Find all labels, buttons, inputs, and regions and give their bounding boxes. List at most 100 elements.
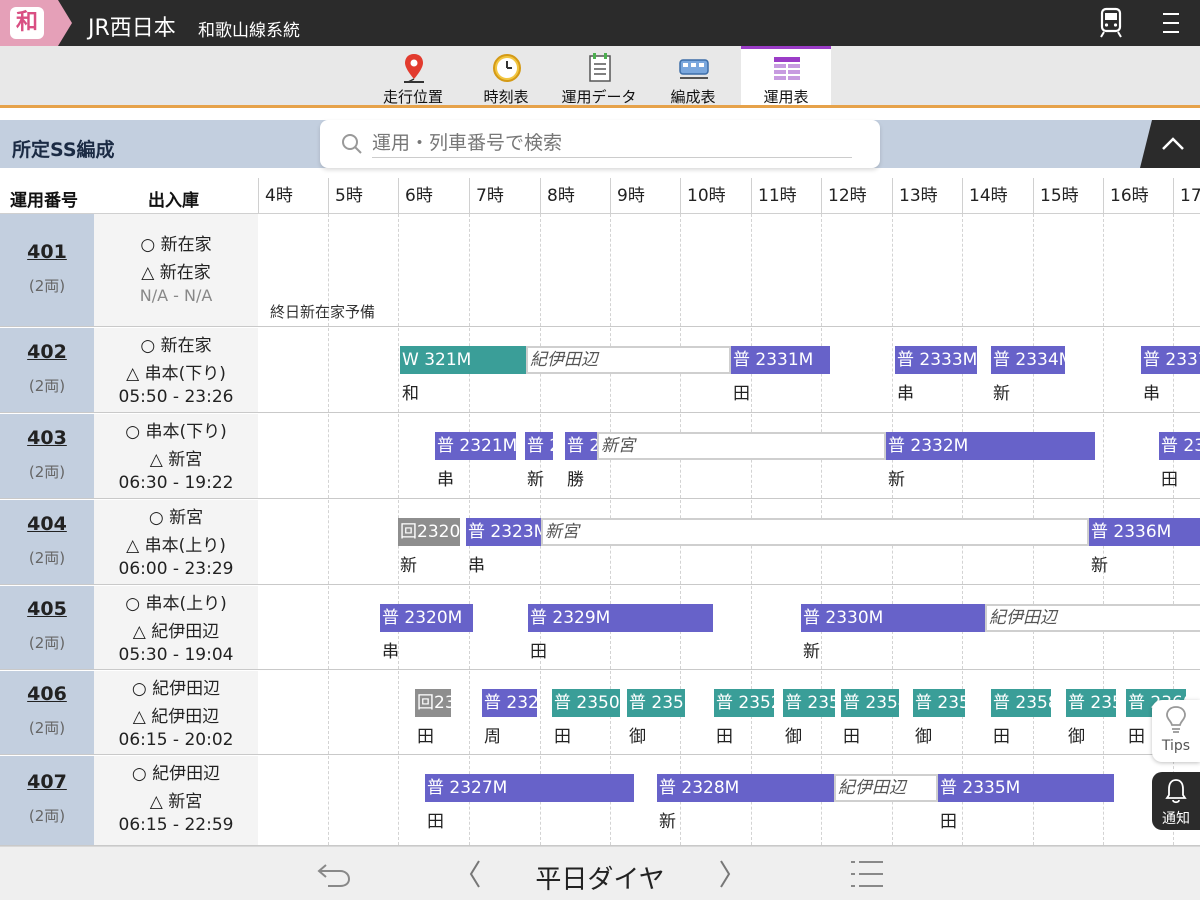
train-block[interactable]: 回23	[415, 689, 451, 717]
idle-segment[interactable]: 紀伊田辺	[834, 774, 938, 802]
op-number-link[interactable]: 404	[0, 513, 94, 535]
tab-train-position[interactable]: 走行位置	[368, 46, 458, 106]
train-block[interactable]: 普 2353	[783, 689, 835, 717]
chevron-left-icon[interactable]	[464, 857, 486, 891]
notification-button[interactable]: 通知	[1152, 772, 1200, 830]
depot-times: 05:30 - 19:04	[118, 645, 234, 665]
search-input[interactable]	[372, 128, 852, 158]
undo-icon[interactable]	[314, 857, 354, 891]
tab-label: 運用表	[763, 88, 809, 106]
destination-label: 御	[629, 727, 646, 747]
tab-operation-table[interactable]: 運用表	[741, 46, 831, 106]
location-pin-icon	[404, 54, 424, 83]
app-title: JR西日本	[88, 16, 176, 41]
train-block[interactable]: 普 2358	[991, 689, 1051, 717]
tab-label: 編成表	[670, 88, 716, 106]
train-block[interactable]: 普 235	[1066, 689, 1116, 717]
train-formation-icon	[679, 59, 709, 79]
tab-timetable[interactable]: 時刻表	[461, 46, 551, 106]
destination-label: 田	[733, 384, 750, 404]
destination-label: 串	[437, 470, 454, 490]
operation-row: 406 (2両) ○ 紀伊田辺 △ 紀伊田辺 06:15 - 20:02 回23 田普 23…	[0, 671, 1200, 755]
train-block[interactable]: 普 2322	[482, 689, 537, 717]
destination-label: 田	[716, 727, 733, 747]
destination-label: 新	[527, 470, 544, 490]
idle-segment[interactable]: 紀伊田辺	[526, 346, 731, 374]
tab-label: 運用データ	[561, 88, 637, 106]
op-number-link[interactable]: 401	[0, 241, 94, 263]
train-block[interactable]: 普 2334M	[991, 346, 1065, 374]
hour-header: 10時	[680, 178, 751, 214]
destination-label: 田	[993, 727, 1010, 747]
train-block[interactable]: 普 2329M	[528, 604, 713, 632]
op-number-link[interactable]: 402	[0, 341, 94, 363]
idle-segment[interactable]: 新宮	[597, 432, 886, 460]
depot-cell: ○ 紀伊田辺 △ 紀伊田辺 06:15 - 20:02	[94, 671, 258, 754]
hour-header: 6時	[398, 178, 469, 214]
train-block[interactable]: 普 2327M	[425, 774, 634, 802]
train-block[interactable]: 普 2333M	[895, 346, 977, 374]
train-block[interactable]: 普 2	[525, 432, 553, 460]
idle-segment[interactable]: 紀伊田辺	[985, 604, 1200, 632]
destination-label: 新	[400, 556, 417, 576]
depot-in: △ 串本(上り)	[126, 536, 226, 556]
depot-cell: ○ 新在家 △ 串本(下り) 05:50 - 23:26	[94, 328, 258, 412]
train-block[interactable]: 普 2331M	[731, 346, 830, 374]
timeline-lane: 回23田普 2322周普 2350M田普 2351御普 2352田普 2353御…	[258, 671, 1200, 754]
tab-formation[interactable]: 編成表	[648, 46, 738, 106]
train-block[interactable]: 普 2332M	[886, 432, 1095, 460]
train-block[interactable]: 回2320	[398, 518, 460, 546]
train-block[interactable]: 普 2354	[841, 689, 899, 717]
hour-header: 9時	[610, 178, 680, 214]
hour-gridline	[469, 214, 470, 326]
op-number-link[interactable]: 406	[0, 683, 94, 705]
depot-times: 05:50 - 23:26	[118, 387, 234, 407]
train-block[interactable]: 普 2337	[1141, 346, 1200, 374]
train-block[interactable]: 普 2328M	[657, 774, 834, 802]
car-count: (2両)	[28, 634, 66, 652]
depot-times: 06:15 - 22:59	[118, 815, 234, 835]
op-number-link[interactable]: 403	[0, 427, 94, 449]
operation-row: 403 (2両) ○ 串本(下り) △ 新宮 06:30 - 19:22 普 2321M 串…	[0, 414, 1200, 499]
hour-header: 16時	[1103, 178, 1173, 214]
train-block[interactable]: 普 2321M	[435, 432, 516, 460]
train-block[interactable]: 普 2335M	[938, 774, 1114, 802]
destination-label: 串	[468, 556, 485, 576]
train-icon[interactable]	[1094, 6, 1128, 40]
depot-times: 06:15 - 20:02	[118, 730, 234, 750]
hour-gridline	[751, 586, 752, 669]
train-block[interactable]: 普 2330M	[801, 604, 985, 632]
depot-cell: ○ 新在家 △ 新在家 N/A - N/A	[94, 214, 258, 326]
train-block[interactable]: 普 235	[913, 689, 965, 717]
footer-bar: 平日ダイヤ	[0, 846, 1200, 900]
operation-row: 402 (2両) ○ 新在家 △ 串本(下り) 05:50 - 23:26 W 321M 和…	[0, 328, 1200, 413]
hour-header: 17	[1173, 178, 1200, 214]
tips-label: Tips	[1161, 738, 1191, 754]
destination-label: 田	[843, 727, 860, 747]
op-number-cell: 406 (2両)	[0, 671, 94, 754]
timeline-lane: 普 2321M 串 普 2 新 普 2 勝新宮普 2332M 新 普 23 田	[258, 414, 1200, 498]
depot-out: ○ 紀伊田辺	[131, 679, 221, 699]
idle-segment[interactable]: 新宮	[541, 518, 1089, 546]
hour-header: 13時	[892, 178, 962, 214]
train-block[interactable]: 普 2320M	[380, 604, 473, 632]
tips-button[interactable]: Tips	[1152, 700, 1200, 762]
depot-cell: ○ 紀伊田辺 △ 新宮 06:15 - 22:59	[94, 756, 258, 845]
train-block[interactable]: 普 2323M	[466, 518, 541, 546]
train-block[interactable]: 普 2352	[714, 689, 774, 717]
op-number-link[interactable]: 405	[0, 598, 94, 620]
tab-operation-data[interactable]: 運用データ	[554, 46, 644, 106]
hour-gridline	[1103, 328, 1104, 412]
list-icon[interactable]	[848, 857, 886, 891]
destination-label: 御	[1068, 727, 1085, 747]
chevron-right-icon[interactable]	[714, 857, 736, 891]
train-block[interactable]: 普 2350M	[552, 689, 620, 717]
train-block[interactable]: W 321M	[400, 346, 526, 374]
menu-icon[interactable]	[1154, 6, 1188, 40]
train-block[interactable]: 普 2	[565, 432, 597, 460]
train-block[interactable]: 普 2336M	[1089, 518, 1200, 546]
op-number-link[interactable]: 407	[0, 771, 94, 793]
train-block[interactable]: 普 23	[1159, 432, 1200, 460]
train-block[interactable]: 普 2351	[627, 689, 685, 717]
depot-out: ○ 新在家	[140, 336, 212, 356]
